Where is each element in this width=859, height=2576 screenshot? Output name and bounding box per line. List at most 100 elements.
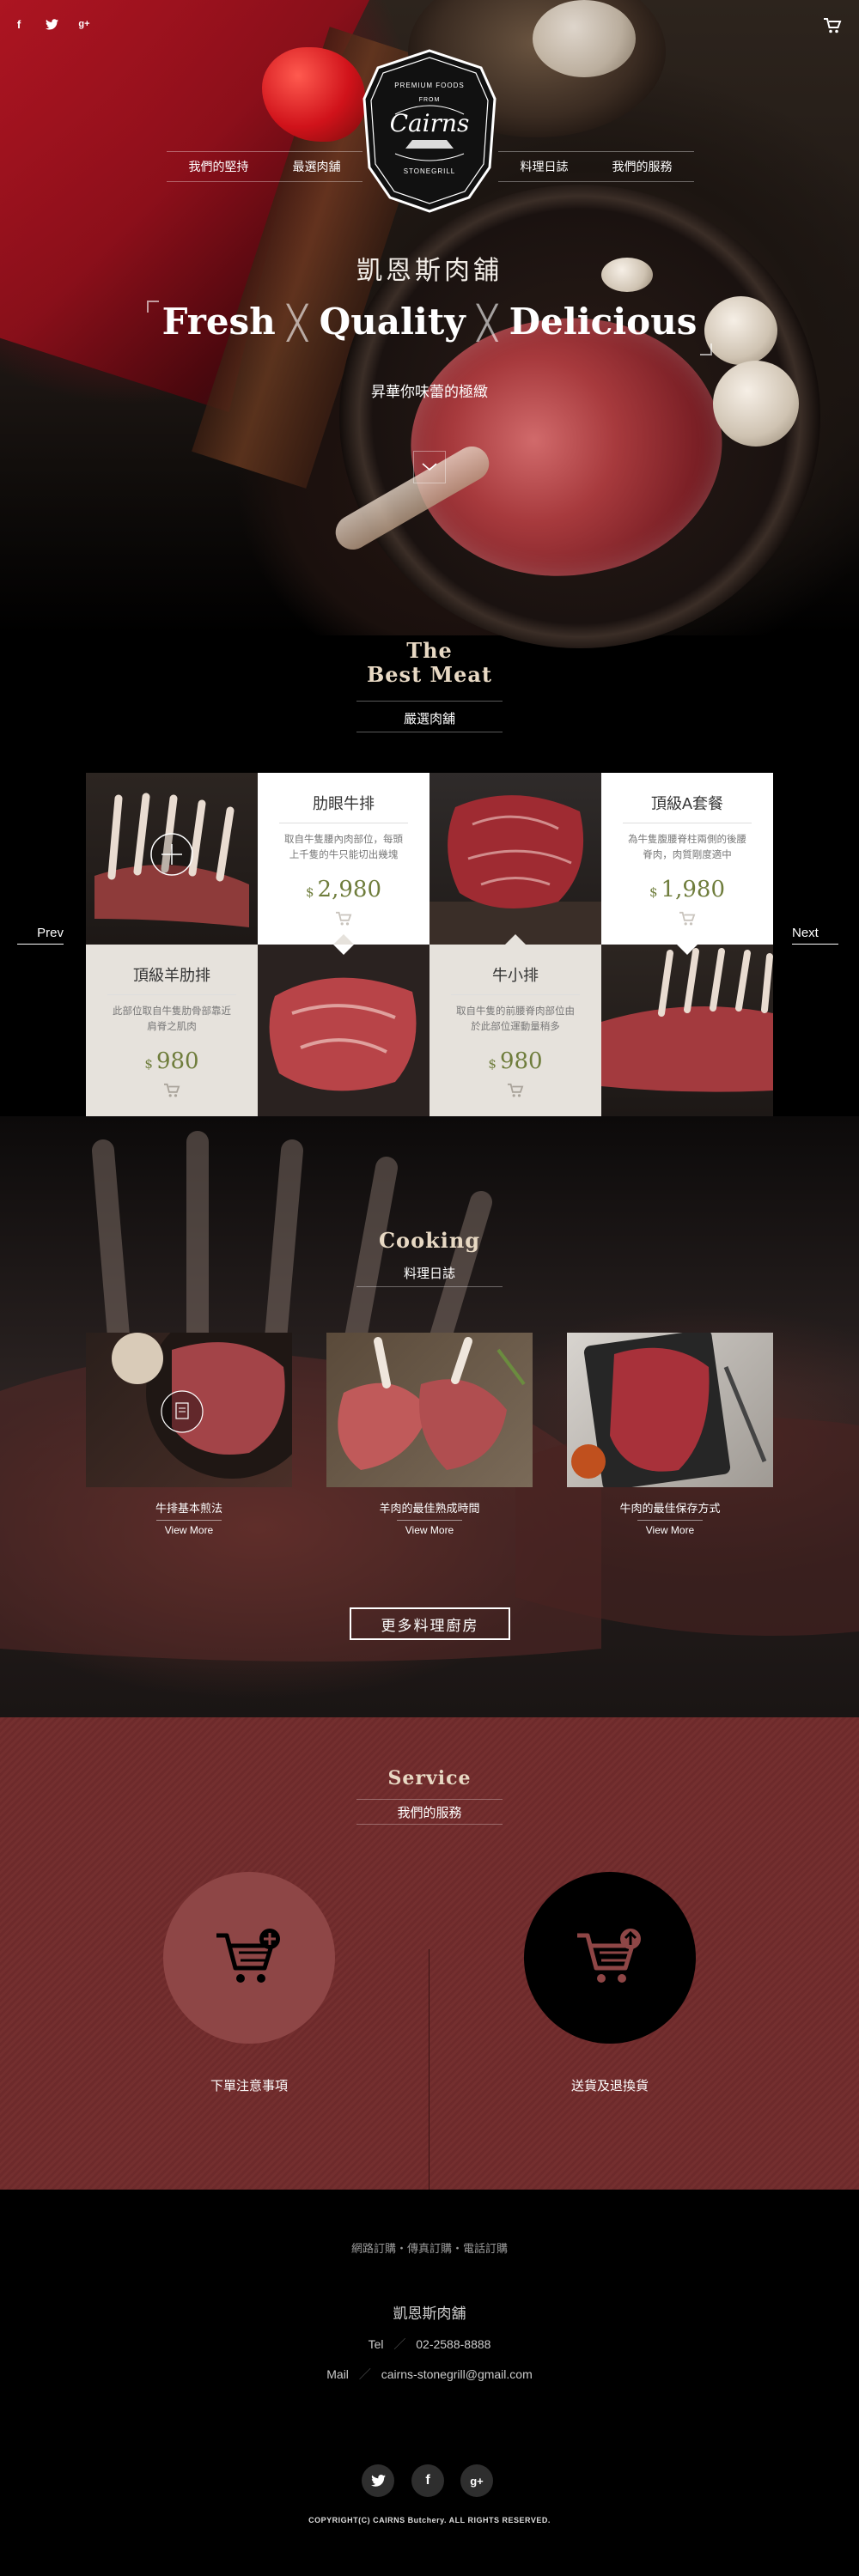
- product-card-lamb-ribs[interactable]: 頂級羊肋排 此部位取自牛隻肋骨部靠近肩脊之肌肉 $980: [86, 945, 258, 1116]
- logo-top-text: PREMIUM FOODS: [394, 82, 465, 89]
- prev-button[interactable]: Prev: [17, 926, 64, 945]
- product-price: $980: [144, 1048, 199, 1074]
- delivery-returns-label[interactable]: 送貨及退換貨: [524, 2076, 696, 2094]
- copyright: COPYRIGHT(C) CAIRNS Butchery. ALL RIGHTS…: [308, 2516, 551, 2524]
- footer-facebook-icon[interactable]: f: [411, 2464, 444, 2497]
- cooking-card-title: 羊肉的最佳熟成時間: [379, 1502, 480, 1515]
- product-name: 頂級羊肋排: [133, 967, 210, 984]
- footer-google-plus-icon[interactable]: g+: [460, 2464, 493, 2497]
- cooking-card[interactable]: 牛肉的最佳保存方式 View More: [567, 1333, 773, 1536]
- product-card-short-rib[interactable]: 牛小排 取自牛隻的前腰脊肉部位由於此部位運動量稍多 $980: [430, 945, 601, 1116]
- cart-icon[interactable]: [823, 17, 842, 34]
- delivery-returns-button[interactable]: [524, 1872, 696, 2044]
- cooking-title: Cooking: [378, 1228, 481, 1253]
- chevron-down-icon: [422, 463, 437, 471]
- card-notch: [677, 945, 698, 955]
- product-image-lamb-rack-2[interactable]: [601, 945, 773, 1116]
- hero-subtitle: 昇華你味蕾的極緻: [371, 384, 488, 401]
- product-desc: 為牛隻腹腰脊柱兩側的後腰脊肉，肉質剛度適中: [628, 835, 746, 860]
- google-plus-icon[interactable]: g+: [77, 17, 91, 31]
- view-more-link[interactable]: View More: [86, 1520, 292, 1536]
- next-button[interactable]: Next: [792, 926, 838, 945]
- cart-add-icon: [216, 1929, 280, 1983]
- product-image-lamb-rack[interactable]: [86, 773, 258, 945]
- twitter-icon[interactable]: [45, 17, 58, 31]
- service-title: Service: [387, 1767, 472, 1789]
- view-more-link[interactable]: View More: [567, 1520, 773, 1536]
- tel-label: Tel: [368, 2337, 384, 2351]
- best-meat-title: The Best Meat: [0, 639, 859, 687]
- footer-mail: Mail ／ cairns-stonegrill@gmail.com: [326, 2367, 533, 2381]
- product-price: $2,980: [306, 877, 381, 902]
- cooking-subtitle: 料理日誌: [403, 1267, 455, 1281]
- product-price: $980: [488, 1048, 543, 1074]
- title-divider: [356, 1799, 503, 1800]
- mail-label: Mail: [326, 2367, 349, 2381]
- view-more-link[interactable]: View More: [326, 1520, 533, 1536]
- cooking-card[interactable]: 羊肉的最佳熟成時間 View More: [326, 1333, 533, 1536]
- nav-best-meat[interactable]: 最選肉舖: [293, 158, 341, 175]
- main-nav-left: 我們的堅持 最選肉舖: [167, 151, 362, 182]
- frame-corner: [700, 343, 712, 355]
- mail-address[interactable]: cairns-stonegrill@gmail.com: [381, 2367, 533, 2381]
- garlic-decoration: [533, 0, 636, 77]
- cooking-card-title: 牛肉的最佳保存方式: [619, 1502, 721, 1515]
- tel-number[interactable]: 02-2588-8888: [416, 2337, 490, 2351]
- card-notch: [505, 934, 526, 945]
- card-notch: [333, 934, 354, 945]
- footer-brand-name: 凱恩斯肉舖: [393, 2306, 466, 2322]
- ordering-methods: 網路訂購・傳真訂購・電話訂購: [350, 2242, 508, 2255]
- title-divider: [356, 1286, 503, 1287]
- card-divider: [107, 994, 236, 995]
- tagline-word-delicious: Delicious: [509, 301, 698, 343]
- nav-our-commitment[interactable]: 我們的堅持: [189, 158, 249, 175]
- best-meat-title-line1: The: [406, 638, 453, 663]
- product-card-a-set[interactable]: 頂級A套餐 為牛隻腹腰脊柱兩側的後腰脊肉，肉質剛度適中 $1,980: [601, 773, 773, 945]
- logo-from-text: FROM: [418, 97, 441, 103]
- product-price: $1,980: [649, 877, 725, 902]
- cross-divider: ╳: [287, 304, 308, 342]
- cooking-card[interactable]: 牛排基本煎法 View More: [86, 1333, 292, 1536]
- hero-tagline: Fresh ╳ Quality ╳ Delicious: [0, 301, 859, 343]
- service-divider: [429, 1949, 430, 2190]
- cooking-image: [86, 1333, 292, 1487]
- product-image-marbled-steak[interactable]: [430, 773, 601, 945]
- logo-bottom-text: STONEGRILL: [403, 167, 456, 175]
- product-name: 頂級A套餐: [650, 795, 723, 812]
- product-name: 牛小排: [492, 967, 539, 984]
- top-social-links: f g+: [12, 17, 91, 31]
- order-notes-button[interactable]: [163, 1872, 335, 2044]
- add-to-cart-icon[interactable]: [163, 1083, 180, 1098]
- add-to-cart-icon[interactable]: [335, 911, 352, 927]
- product-grid: 肋眼牛排 取自牛隻腰內肉部位，每頭上千隻的牛只能切出幾塊 $2,980 頂級A套…: [86, 773, 773, 1116]
- cooking-image: [567, 1333, 773, 1487]
- facebook-icon[interactable]: f: [12, 17, 26, 31]
- product-name: 肋眼牛排: [313, 795, 375, 812]
- product-image-ribeye[interactable]: [258, 945, 430, 1116]
- footer-twitter-icon[interactable]: [362, 2464, 394, 2497]
- card-notch: [333, 945, 354, 955]
- nav-cooking-journal[interactable]: 料理日誌: [521, 158, 569, 175]
- main-nav-right: 料理日誌 我們的服務: [498, 151, 694, 182]
- product-desc: 此部位取自牛隻肋骨部靠近肩脊之肌肉: [113, 1006, 231, 1032]
- product-desc: 取自牛隻腰內肉部位，每頭上千隻的牛只能切出幾塊: [284, 835, 403, 860]
- more-cooking-button[interactable]: 更多料理廚房: [350, 1607, 510, 1640]
- cairns-logo[interactable]: PREMIUM FOODS FROM Cairns STONEGRILL: [361, 47, 498, 215]
- product-card-ribeye[interactable]: 肋眼牛排 取自牛隻腰內肉部位，每頭上千隻的牛只能切出幾塊 $2,980: [258, 773, 430, 945]
- title-divider: [356, 701, 503, 702]
- title-divider: [356, 1824, 503, 1825]
- card-divider: [451, 994, 580, 995]
- cooking-image: [326, 1333, 533, 1487]
- logo-name: Cairns: [389, 109, 470, 137]
- product-desc: 取自牛隻的前腰脊肉部位由於此部位運動量稍多: [456, 1006, 575, 1032]
- hero-section: f g+ 我們的堅持 最選肉舖 料理日誌 我們的服務 PREMIUM FOODS…: [0, 0, 859, 648]
- scroll-down-button[interactable]: [413, 451, 446, 483]
- service-subtitle: 我們的服務: [397, 1806, 462, 1820]
- cross-divider: ╳: [477, 304, 497, 342]
- order-notes-label[interactable]: 下單注意事項: [163, 2076, 335, 2094]
- tagline-word-quality: Quality: [319, 301, 466, 343]
- add-to-cart-icon[interactable]: [507, 1083, 524, 1098]
- add-to-cart-icon[interactable]: [679, 911, 696, 927]
- nav-our-services[interactable]: 我們的服務: [612, 158, 673, 175]
- tagline-word-fresh: Fresh: [161, 301, 276, 343]
